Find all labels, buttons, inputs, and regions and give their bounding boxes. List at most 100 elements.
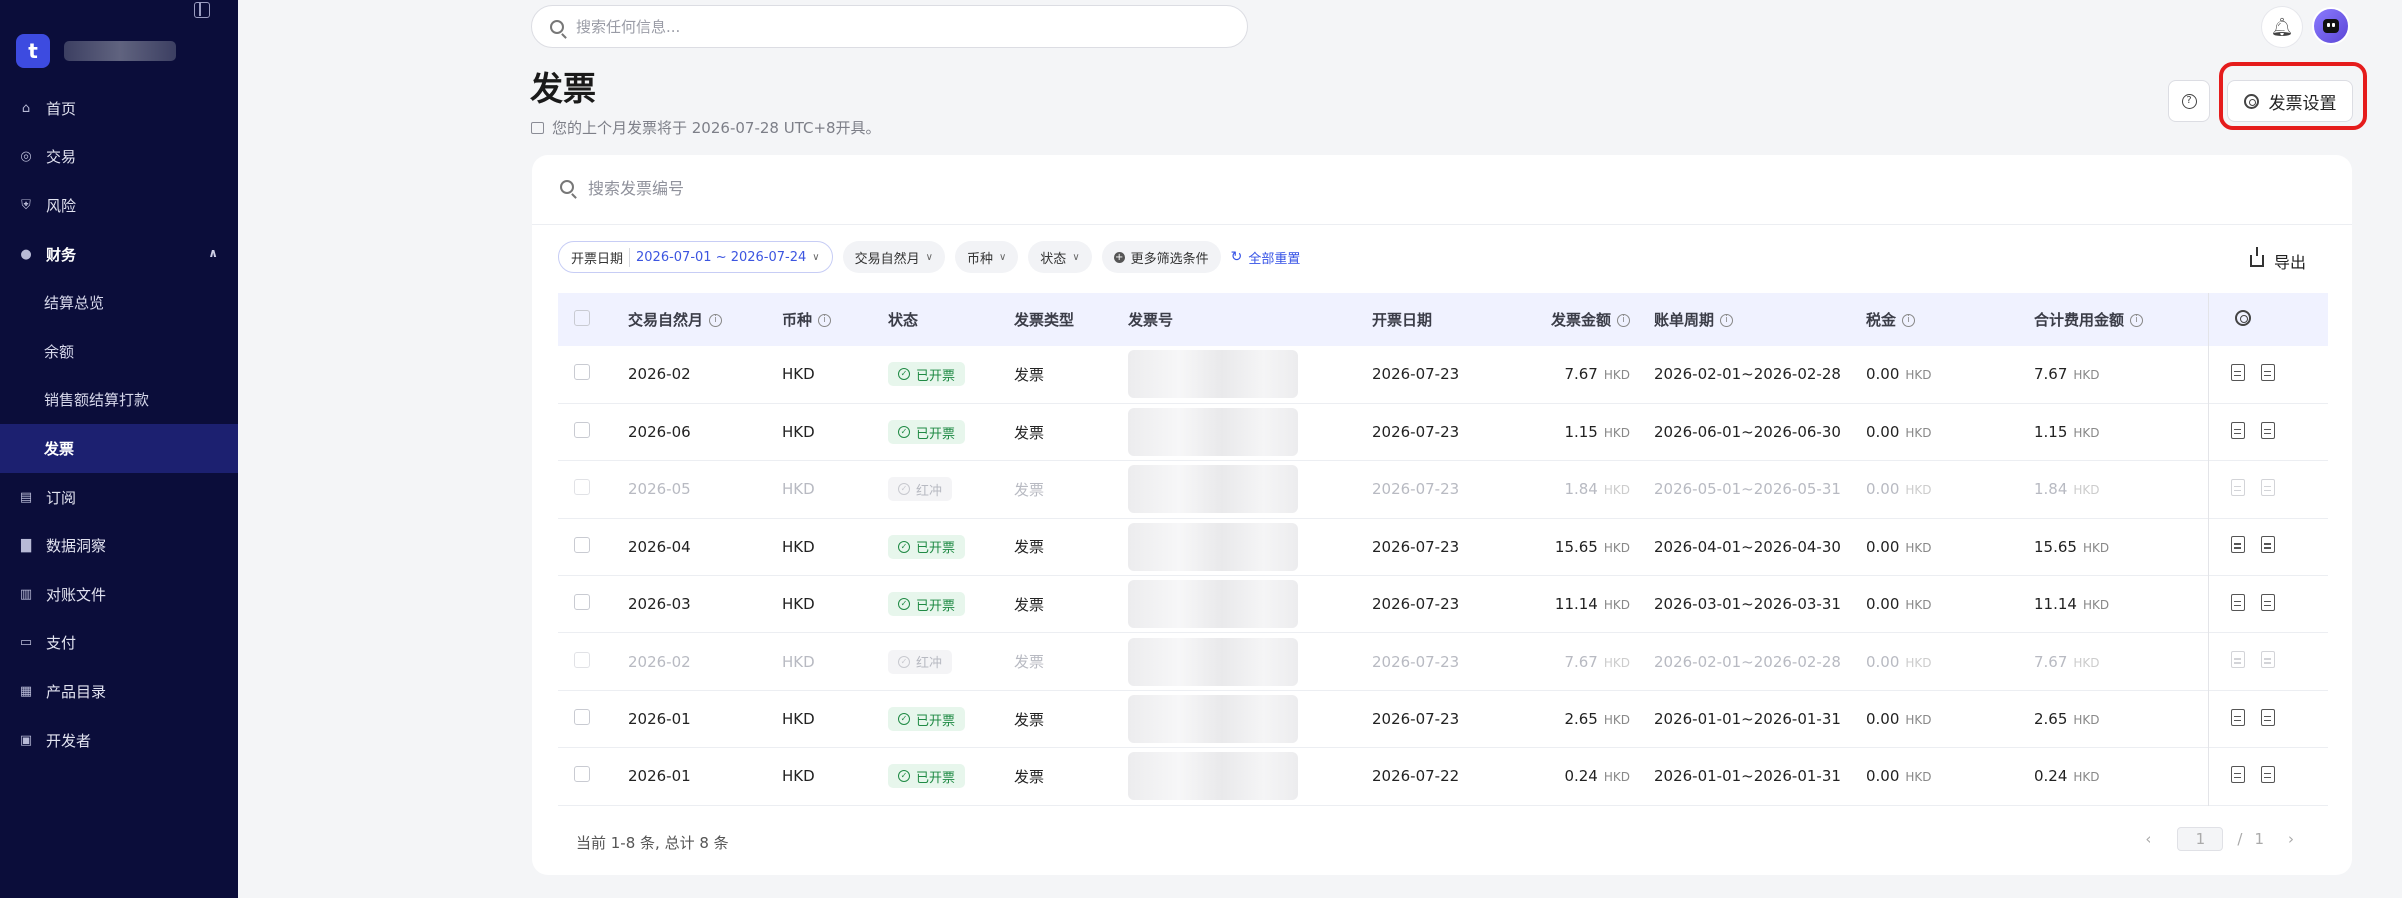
filter-status[interactable]: 状态 ∨ <box>1028 241 1092 273</box>
sidebar-item-label: 对账文件 <box>46 585 107 604</box>
table-row[interactable]: 2026-05 HKD ✓ 红冲 发票 2026-07-23 1.84 HKD 2026-05-… <box>558 460 2328 519</box>
view-invoice-icon[interactable] <box>2230 363 2245 381</box>
info-icon[interactable]: i <box>2130 314 2144 327</box>
notifications-button[interactable]: 🔔︎ <box>2262 7 2302 47</box>
sidebar-item[interactable]: ▤ 订阅 <box>0 473 238 522</box>
download-invoice-icon[interactable] <box>2260 593 2275 611</box>
sidebar-subitem[interactable]: 结算总览 <box>0 278 238 327</box>
more-filters-button[interactable]: + 更多筛选条件 <box>1101 241 1221 273</box>
sidebar-item[interactable]: ▣ 开发者 <box>0 716 238 765</box>
select-all-checkbox[interactable] <box>574 309 590 326</box>
view-invoice-icon[interactable] <box>2230 651 2245 669</box>
sidebar-subitem[interactable]: 销售额结算打款 <box>0 376 238 425</box>
sidebar-collapse-icon[interactable] <box>194 2 210 18</box>
info-icon[interactable]: i <box>1617 314 1630 327</box>
col-amount[interactable]: 发票金额 i <box>1524 293 1654 346</box>
sidebar-item[interactable]: ▦ 产品目录 <box>0 667 238 716</box>
col-period[interactable]: 账单周期 i <box>1654 293 1866 346</box>
sidebar-item[interactable]: ▥ 对账文件 <box>0 570 238 619</box>
sidebar-item[interactable]: ⛨ 风险 <box>0 181 238 230</box>
reset-all-button[interactable]: ↻ 全部重置 <box>1231 248 1301 267</box>
money-bag-icon: ● <box>20 246 32 262</box>
sidebar-subitem[interactable]: 余额 <box>0 327 238 376</box>
chevron-down-icon: ∨ <box>925 251 933 263</box>
amount-unit: HKD <box>1603 540 1630 555</box>
view-invoice-icon[interactable] <box>2230 765 2245 783</box>
view-invoice-icon[interactable] <box>2230 478 2245 496</box>
table-row[interactable]: 2026-03 HKD ✓ 已开票 发票 2026-07-23 11.14 HKD 2026-0… <box>558 575 2328 633</box>
col-total[interactable]: 合计费用金额 i <box>2034 293 2208 346</box>
download-invoice-icon[interactable] <box>2260 765 2275 783</box>
col-currency[interactable]: 币种 i <box>782 293 888 346</box>
row-checkbox[interactable] <box>574 422 590 439</box>
global-search-input[interactable]: 搜索任何信息... <box>531 5 1248 48</box>
view-invoice-icon[interactable] <box>2230 593 2245 611</box>
filter-currency[interactable]: 币种 ∨ <box>954 241 1019 273</box>
table-row[interactable]: 2026-02 HKD ✓ 已开票 发票 2026-07-23 7.67 HKD 2026-02… <box>558 346 2328 404</box>
next-page-icon[interactable]: › <box>2288 830 2294 848</box>
amount-unit: HKD <box>1603 426 1630 441</box>
terminal-icon: ▣ <box>19 732 33 748</box>
download-invoice-icon[interactable] <box>2260 651 2275 669</box>
cell-currency: HKD <box>782 423 815 442</box>
cell-actions <box>2207 460 2328 519</box>
export-button[interactable]: 导出 <box>2249 247 2306 273</box>
info-icon[interactable]: i <box>818 314 832 327</box>
table-row[interactable]: 2026-01 HKD ✓ 已开票 发票 2026-07-23 2.65 HKD 2026-01… <box>558 690 2328 748</box>
info-icon[interactable]: i <box>709 314 723 327</box>
filter-invoice-date[interactable]: 开票日期 2026-07-01 ~ 2026-07-24 ∨ <box>558 241 833 273</box>
download-invoice-icon[interactable] <box>2260 478 2275 496</box>
total-value: 11.14 <box>2034 595 2077 614</box>
sidebar-item[interactable]: ▭ 支付 <box>0 619 238 668</box>
table-row[interactable]: 2026-04 HKD ✓ 已开票 发票 2026-07-23 15.65 HKD 2026-0… <box>558 518 2328 576</box>
filter-month[interactable]: 交易自然月 ∨ <box>842 241 945 273</box>
invoice-settings-button[interactable]: 发票设置 <box>2227 80 2353 122</box>
sidebar-subitem[interactable]: 发票 <box>0 424 238 473</box>
view-invoice-icon[interactable] <box>2230 708 2245 726</box>
sidebar-item[interactable]: ◎ 交易 <box>0 133 238 182</box>
row-checkbox[interactable] <box>574 709 590 726</box>
cell-date: 2026-07-23 <box>1372 652 1460 671</box>
col-month[interactable]: 交易自然月 i <box>628 293 782 346</box>
shield-icon: ⛨ <box>21 197 31 213</box>
invoice-no-redacted <box>1128 695 1298 744</box>
col-tax[interactable]: 税金 i <box>1866 293 2034 346</box>
table-row[interactable]: 2026-01 HKD ✓ 已开票 发票 2026-07-22 0.24 HKD 2026-01… <box>558 747 2328 806</box>
cell-actions <box>2207 518 2328 576</box>
row-checkbox[interactable] <box>574 766 590 783</box>
sidebar-item[interactable]: ⌂ 首页 <box>0 84 238 133</box>
download-invoice-icon[interactable] <box>2260 708 2275 726</box>
prev-page-icon[interactable]: ‹ <box>2145 830 2151 848</box>
total-unit: HKD <box>2073 426 2100 441</box>
view-invoice-icon[interactable] <box>2230 421 2245 439</box>
download-invoice-icon[interactable] <box>2260 421 2275 439</box>
cell-invoice-no <box>1128 748 1372 805</box>
row-checkbox[interactable] <box>574 651 590 668</box>
cell-total: 11.14 HKD <box>2034 576 2208 633</box>
amount-value: 0.24 <box>1564 767 1598 786</box>
cell-date: 2026-07-23 <box>1372 537 1460 556</box>
page-input[interactable]: 1 <box>2177 827 2224 851</box>
info-icon[interactable]: i <box>1902 314 1916 327</box>
table-row[interactable]: 2026-06 HKD ✓ 已开票 发票 2026-07-23 1.15 HKD 2026-06… <box>558 403 2328 461</box>
sidebar-item[interactable]: ▇ 数据洞察 <box>0 521 238 570</box>
cell-invoice-no <box>1128 346 1372 403</box>
chevron-up-icon: ∧ <box>208 245 218 260</box>
cell-type: 发票 <box>1014 480 1045 499</box>
row-checkbox[interactable] <box>574 479 590 496</box>
table-row[interactable]: 2026-02 HKD ✓ 红冲 发票 2026-07-23 7.67 HKD 2026-02-… <box>558 632 2328 691</box>
gear-icon[interactable] <box>2234 309 2251 326</box>
info-icon[interactable]: i <box>1720 314 1734 327</box>
sidebar-item[interactable]: ● 财务 ∧ <box>0 230 238 279</box>
download-invoice-icon[interactable] <box>2260 363 2275 381</box>
row-checkbox[interactable] <box>574 594 590 611</box>
row-checkbox[interactable] <box>574 536 590 553</box>
view-invoice-icon[interactable] <box>2230 536 2245 554</box>
row-checkbox[interactable] <box>574 364 590 381</box>
org-switcher[interactable]: t <box>16 34 176 68</box>
avatar[interactable] <box>2312 7 2350 45</box>
download-invoice-icon[interactable] <box>2260 536 2275 554</box>
help-button[interactable]: ? <box>2168 80 2210 122</box>
invoice-search-input[interactable]: 搜索发票编号 <box>560 175 684 199</box>
status-text: 已开票 <box>916 713 956 729</box>
